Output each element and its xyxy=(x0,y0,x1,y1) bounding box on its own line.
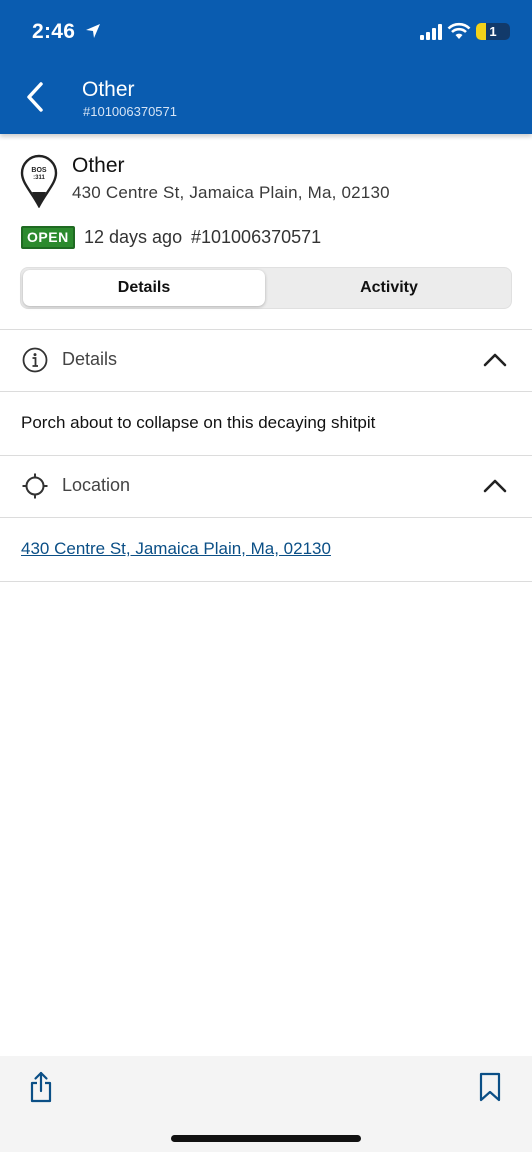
tab-details[interactable]: Details xyxy=(23,270,265,306)
request-age: 12 days ago xyxy=(84,227,183,247)
tab-selector: Details Activity xyxy=(20,267,512,309)
crosshair-icon xyxy=(22,473,48,499)
status-time: 2:46 xyxy=(32,20,76,43)
details-description: Porch about to collapse on this decaying… xyxy=(21,413,376,432)
status-badge: OPEN xyxy=(21,226,75,249)
app-screen: 2:46 1 Other #101006370571 BOS :311 Othe… xyxy=(0,0,532,1152)
details-section-header[interactable]: Details xyxy=(0,330,532,390)
app-header: 2:46 1 Other #101006370571 xyxy=(0,0,532,134)
bottom-toolbar xyxy=(0,1056,532,1152)
divider xyxy=(0,581,532,582)
back-button[interactable] xyxy=(22,80,48,114)
divider xyxy=(0,391,532,392)
details-section-label: Details xyxy=(62,349,118,369)
bookmark-icon[interactable] xyxy=(478,1072,502,1102)
battery-level: 1 xyxy=(489,24,497,39)
divider xyxy=(0,517,532,518)
location-arrow-icon xyxy=(86,24,100,38)
battery-icon: 1 xyxy=(476,23,510,40)
chevron-up-icon[interactable] xyxy=(482,350,508,368)
location-section-header[interactable]: Location xyxy=(0,456,532,516)
share-icon[interactable] xyxy=(28,1070,54,1104)
info-icon xyxy=(22,347,48,373)
location-section-label: Location xyxy=(62,475,131,495)
pin-label-bottom: :311 xyxy=(33,175,45,181)
home-indicator xyxy=(171,1135,361,1142)
request-address: 430 Centre St, Jamaica Plain, Ma, 02130 xyxy=(72,183,390,202)
header-subtitle: #101006370571 xyxy=(83,104,177,119)
request-title: Other xyxy=(72,154,125,177)
location-address-link[interactable]: 430 Centre St, Jamaica Plain, Ma, 02130 xyxy=(21,539,331,559)
signal-icon xyxy=(420,24,442,40)
pin-label-top: BOS xyxy=(31,167,47,174)
chevron-up-icon[interactable] xyxy=(482,476,508,494)
bos311-pin-icon: BOS :311 xyxy=(20,154,58,208)
wifi-icon xyxy=(447,22,471,39)
tab-activity[interactable]: Activity xyxy=(267,270,511,306)
request-number: #101006370571 xyxy=(191,227,322,247)
header-title: Other xyxy=(82,78,135,101)
